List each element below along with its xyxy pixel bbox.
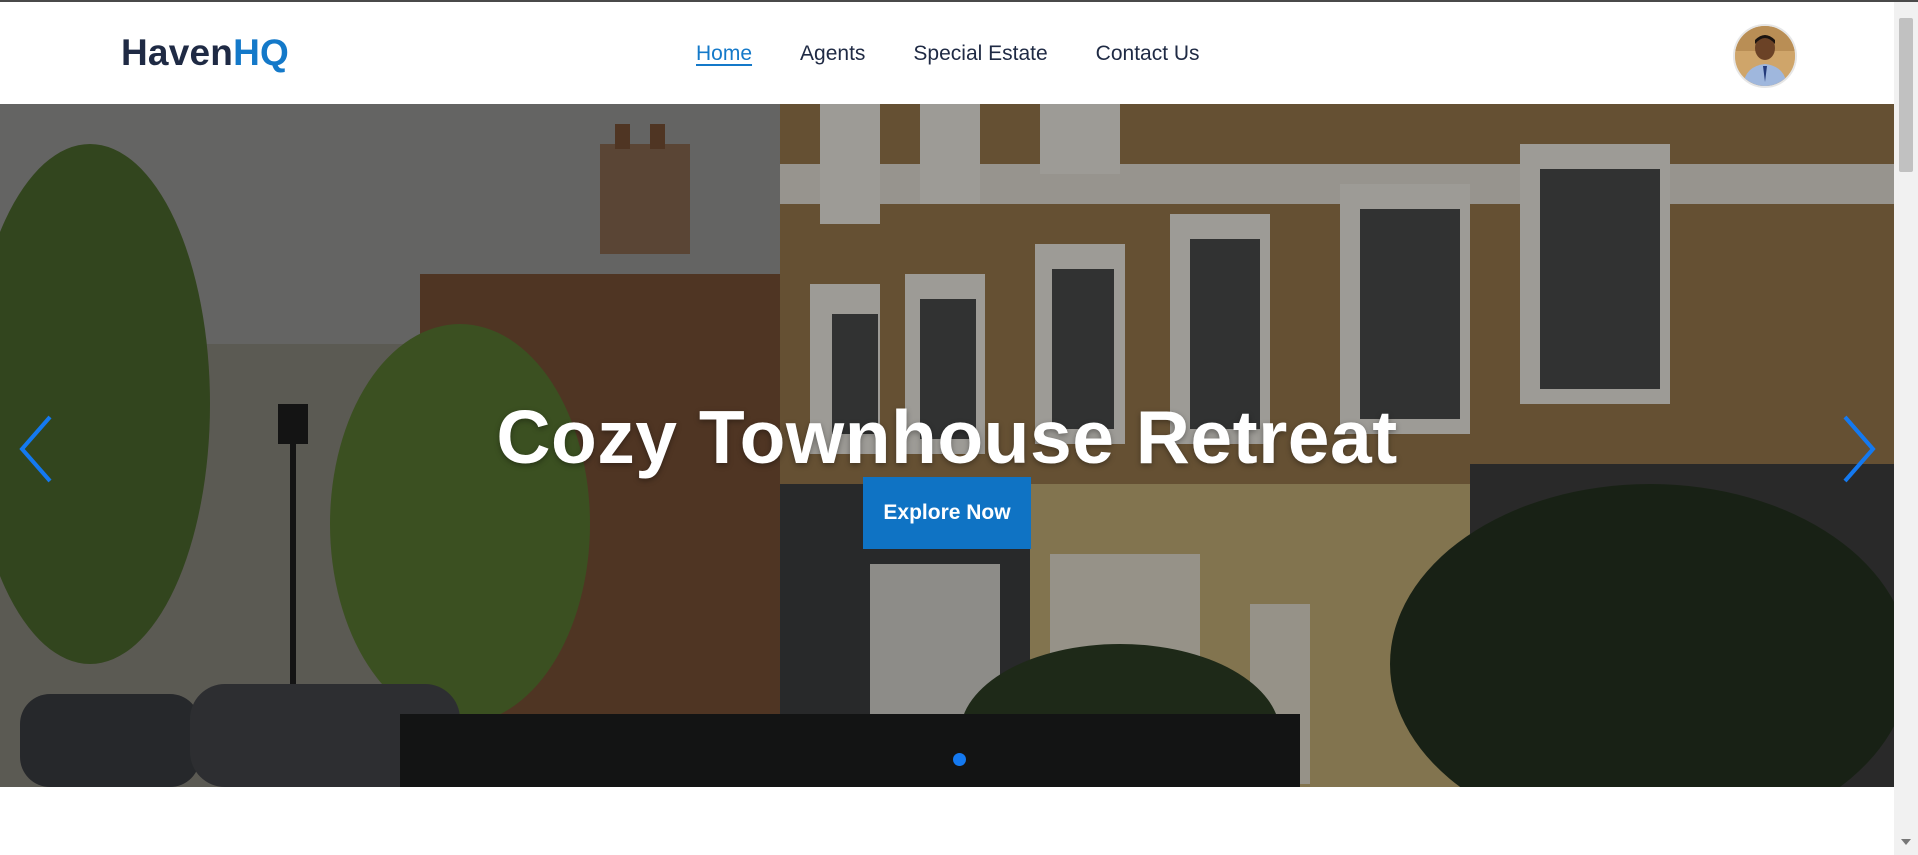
page-scrollbar[interactable] <box>1894 2 1918 855</box>
nav-item-agents[interactable]: Agents <box>800 42 865 66</box>
nav-item-special-estate[interactable]: Special Estate <box>913 42 1047 66</box>
brand-name-part1: Haven <box>121 32 234 73</box>
carousel-indicator-dot[interactable] <box>953 753 966 766</box>
scrollbar-thumb[interactable] <box>1899 18 1913 172</box>
user-avatar[interactable] <box>1733 24 1797 88</box>
avatar-portrait <box>1735 26 1795 86</box>
chevron-right-icon <box>1843 415 1876 483</box>
chevron-left-icon <box>19 415 52 483</box>
nav-item-contact-us[interactable]: Contact Us <box>1096 42 1200 66</box>
carousel-next-button[interactable] <box>1835 409 1885 489</box>
brand-logo[interactable]: HavenHQ <box>121 32 289 74</box>
nav-item-home[interactable]: Home <box>696 42 752 66</box>
scroll-down-arrow-icon[interactable] <box>1901 839 1911 845</box>
hero-carousel: Cozy Townhouse Retreat Explore Now <box>0 104 1894 787</box>
hero-title: Cozy Townhouse Retreat <box>496 395 1398 480</box>
explore-now-button[interactable]: Explore Now <box>863 477 1031 549</box>
main-nav: Home Agents Special Estate Contact Us <box>696 42 1200 66</box>
brand-name-part2: HQ <box>233 32 289 73</box>
site-header: HavenHQ Home Agents Special Estate Conta… <box>0 2 1894 104</box>
carousel-prev-button[interactable] <box>10 409 60 489</box>
